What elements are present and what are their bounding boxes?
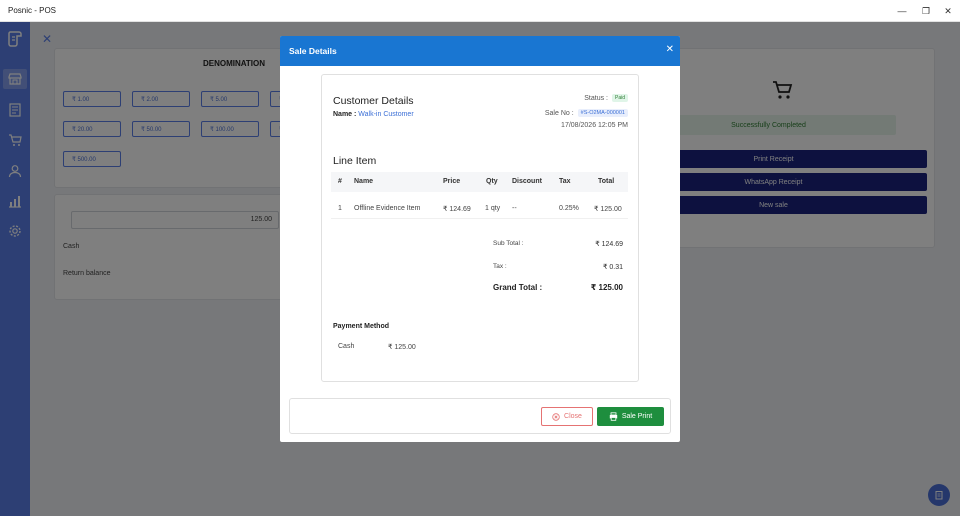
- grand-total-label: Grand Total :: [493, 283, 543, 292]
- close-circle-icon: [552, 412, 560, 421]
- item-price: ₹ 124.69: [443, 206, 471, 213]
- column-header: Total: [598, 178, 615, 185]
- modal-close-icon[interactable]: ✕: [666, 45, 674, 55]
- column-header: Price: [443, 178, 461, 185]
- modal-title: Sale Details: [289, 46, 337, 56]
- sale-no-badge: #S-O2MA-000001: [577, 109, 628, 117]
- window-title: Posnic - POS: [8, 6, 57, 15]
- customer-name-line: Name : Walk-in Customer: [333, 111, 414, 118]
- tax-value: ₹ 0.31: [602, 264, 623, 271]
- status-badge: Paid: [611, 94, 628, 102]
- payment-method-amount: ₹ 125.00: [388, 344, 416, 351]
- sale-print-button[interactable]: Sale Print: [597, 407, 664, 426]
- minimize-button[interactable]: —: [890, 0, 914, 22]
- close-button[interactable]: Close: [541, 407, 593, 426]
- grand-total-value: ₹ 125.00: [590, 283, 623, 292]
- tax-label: Tax :: [493, 263, 507, 270]
- item-name: Offline Evidence Item: [354, 205, 421, 212]
- column-header: #: [338, 178, 342, 185]
- name-label: Name :: [333, 111, 357, 118]
- item-tax: 0.25%: [559, 205, 579, 212]
- sale-print-label: Sale Print: [621, 413, 653, 420]
- customer-name: Walk-in Customer: [358, 111, 414, 118]
- column-header: Tax: [559, 178, 571, 185]
- item-qty: 1 qty: [485, 205, 501, 212]
- status-line: Status : Paid: [584, 94, 628, 102]
- item-total: ₹ 125.00: [594, 206, 622, 213]
- sub-total-value: ₹ 124.69: [595, 241, 623, 248]
- column-header: Name: [354, 178, 374, 185]
- table-header: # Name Price Qty Discount Tax Total: [331, 172, 628, 192]
- column-header: Discount: [512, 178, 542, 185]
- sale-no-label: Sale No :: [544, 109, 574, 117]
- close-button-label: Close: [564, 413, 582, 420]
- sub-total-label: Sub Total :: [493, 240, 524, 247]
- modal-footer: Close Sale Print: [289, 398, 671, 434]
- printer-icon: [609, 412, 618, 421]
- sale-no-line: Sale No : #S-O2MA-000001: [545, 109, 628, 117]
- restore-button[interactable]: ❐: [914, 0, 938, 22]
- window-titlebar: Posnic - POS — ❐ ✕: [0, 0, 960, 22]
- customer-details-title: Customer Details: [333, 95, 414, 107]
- sale-date: 17/08/2026 12:05 PM: [561, 122, 628, 129]
- row-number: 1: [338, 205, 342, 212]
- payment-method-name: Cash: [338, 343, 355, 350]
- modal-header: Sale Details ✕: [280, 36, 680, 66]
- line-item-title: Line Item: [333, 155, 377, 167]
- table-row: 1 Offline Evidence Item ₹ 124.69 1 qty -…: [331, 199, 628, 219]
- payment-method-title: Payment Method: [333, 323, 390, 330]
- column-header: Qty: [486, 178, 498, 185]
- status-label: Status :: [584, 94, 608, 102]
- item-discount: --: [512, 205, 517, 212]
- receipt-card: Customer Details Name : Walk-in Customer…: [321, 74, 639, 382]
- window-close-button[interactable]: ✕: [936, 0, 960, 22]
- sale-details-modal: Sale Details ✕ Customer Details Name : W…: [280, 36, 680, 442]
